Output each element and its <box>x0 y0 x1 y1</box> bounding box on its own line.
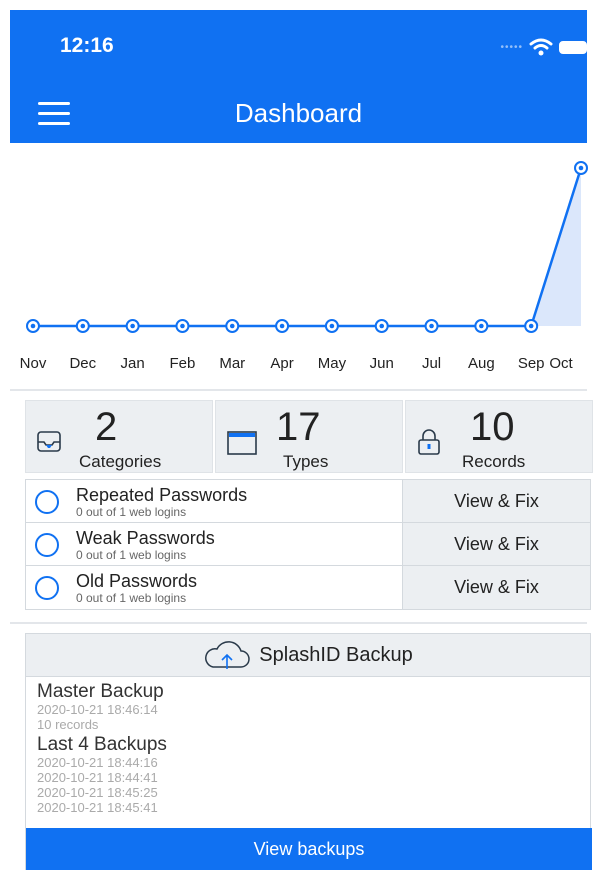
chart-point-dot <box>229 323 235 329</box>
x-tick-label: Jul <box>422 355 441 372</box>
last-backups-heading: Last 4 Backups <box>37 734 167 755</box>
backup-date: 2020-10-21 18:44:41 <box>37 770 158 785</box>
page-title: Dashboard <box>234 98 363 128</box>
security-subtitle: 0 out of 1 web logins <box>76 548 187 562</box>
security-title: Old Passwords <box>76 571 198 591</box>
status-time: 12:16 <box>60 34 114 57</box>
master-backup-date: 2020-10-21 18:46:14 <box>37 702 158 717</box>
view-fix-button-old[interactable]: View & Fix <box>402 566 590 609</box>
status-bar: 12:16 ••••• <box>10 10 587 88</box>
circle-icon <box>35 490 59 514</box>
chart-point-dot <box>80 323 86 329</box>
backup-title: SplashID Backup <box>259 643 413 666</box>
security-row-repeated: Repeated Passwords 0 out of 1 web logins… <box>26 480 590 523</box>
chart-point-dot <box>180 323 185 329</box>
chart-point-dot <box>279 323 285 329</box>
backup-panel: SplashID Backup Master Backup 2020-10-21… <box>25 633 592 870</box>
security-row-old: Old Passwords 0 out of 1 web logins View… <box>26 566 590 609</box>
stats-row: 2 Categories 17 Types 10 Records <box>25 400 593 473</box>
chart-point-dot <box>379 323 385 329</box>
master-backup-records: 10 records <box>37 717 99 732</box>
records-count: 10 <box>470 405 515 449</box>
x-tick-label: May <box>318 355 347 372</box>
security-title: Repeated Passwords <box>76 485 248 505</box>
chart-area-fill <box>33 168 581 326</box>
backup-date: 2020-10-21 18:45:25 <box>37 785 158 800</box>
types-card[interactable]: 17 Types <box>215 400 403 473</box>
chart-point-dot <box>30 323 36 329</box>
status-icons: ••••• <box>500 38 587 56</box>
divider <box>10 389 587 391</box>
backup-header[interactable]: SplashID Backup <box>26 634 590 677</box>
x-tick-label: Apr <box>270 355 293 372</box>
view-fix-button-repeated[interactable]: View & Fix <box>402 480 590 522</box>
view-backups-button[interactable]: View backups <box>26 828 592 870</box>
security-title: Weak Passwords <box>76 528 215 548</box>
security-list: Repeated Passwords 0 out of 1 web logins… <box>25 479 591 610</box>
backup-details: Master Backup 2020-10-21 18:46:14 10 rec… <box>37 681 582 816</box>
view-fix-button-weak[interactable]: View & Fix <box>402 523 590 565</box>
wifi-icon <box>529 38 553 56</box>
chart-series-line <box>33 167 583 328</box>
chart-point-dot <box>479 323 484 329</box>
divider <box>10 622 587 624</box>
x-tick-label: Dec <box>69 355 96 372</box>
nav-bar: Dashboard <box>10 88 587 143</box>
master-backup-heading: Master Backup <box>37 681 164 702</box>
backup-date: 2020-10-21 18:45:41 <box>37 800 158 815</box>
chart-point-dot <box>578 165 584 171</box>
circle-icon <box>35 576 59 600</box>
security-subtitle: 0 out of 1 web logins <box>76 591 187 605</box>
lock-icon <box>418 429 440 455</box>
cloud-upload-icon <box>205 641 250 669</box>
chart-point-dot <box>130 323 135 329</box>
chart-point-dot <box>329 323 335 329</box>
folder-icon <box>227 431 257 455</box>
battery-icon <box>559 40 587 54</box>
x-tick-label: Aug <box>468 355 495 372</box>
x-tick-label: Nov <box>20 355 47 372</box>
activity-chart: Nov Dec Jan Feb Mar Apr May Jun Jul Aug Sep Oct <box>20 161 588 372</box>
security-row-weak: Weak Passwords 0 out of 1 web logins Vie… <box>26 523 590 566</box>
x-tick-label: Mar <box>219 355 245 372</box>
circle-icon <box>35 533 59 557</box>
categories-count: 2 <box>95 405 118 449</box>
inbox-icon <box>37 431 61 452</box>
types-label: Types <box>283 452 329 471</box>
x-tick-label: Feb <box>170 355 196 372</box>
backup-date: 2020-10-21 18:44:16 <box>37 755 158 770</box>
types-count: 17 <box>276 405 321 449</box>
categories-label: Categories <box>79 452 162 471</box>
signal-icon: ••••• <box>500 41 523 53</box>
security-subtitle: 0 out of 1 web logins <box>76 505 187 519</box>
x-tick-label: Jan <box>121 355 145 372</box>
records-card[interactable]: 10 Records <box>405 400 593 473</box>
x-tick-label: Jun <box>370 355 394 372</box>
chart-point-dot <box>429 323 434 329</box>
x-tick-label: Sep <box>518 355 545 372</box>
chart-point-dot <box>528 323 534 329</box>
categories-card[interactable]: 2 Categories <box>25 400 213 473</box>
records-label: Records <box>462 452 526 471</box>
x-tick-label: Oct <box>549 355 573 372</box>
